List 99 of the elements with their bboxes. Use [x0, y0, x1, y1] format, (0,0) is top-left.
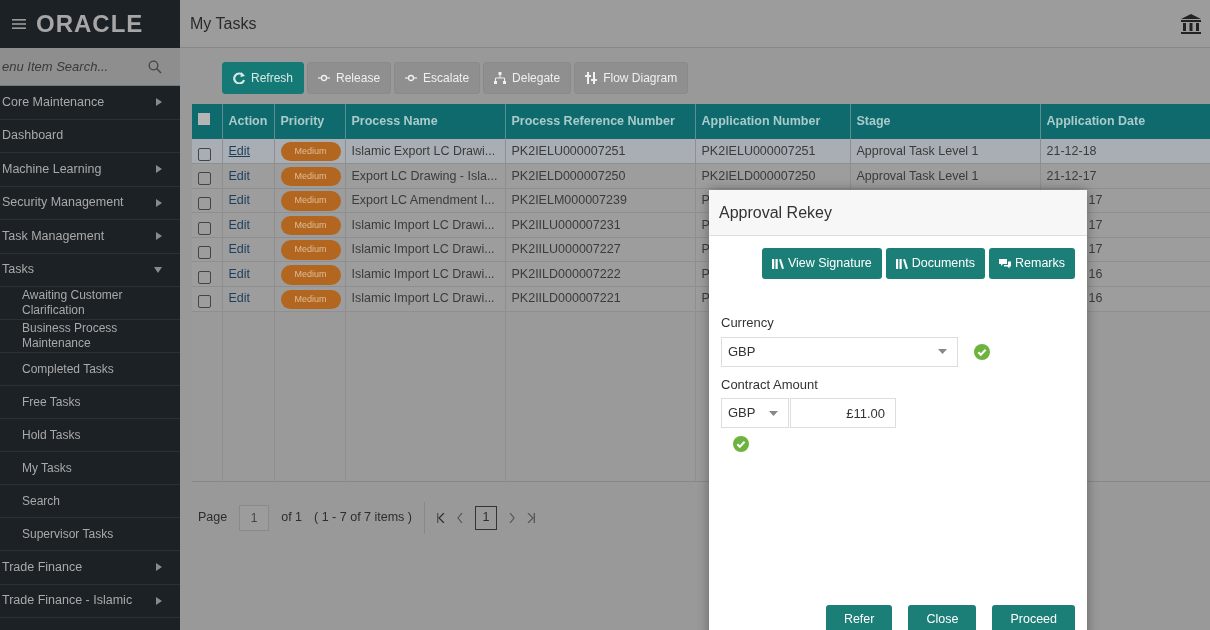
dialog-action-button[interactable]: View Signature: [761, 248, 882, 279]
column-header[interactable]: Stage: [850, 104, 1040, 139]
sidebar-subitem[interactable]: Awaiting Customer Clarification: [0, 287, 180, 320]
sidebar-subitem[interactable]: Hold Tasks: [0, 419, 180, 452]
sidebar-item[interactable]: Trade Finance - Islamic: [0, 584, 180, 618]
sidebar-subitem[interactable]: Search: [0, 485, 180, 518]
table-cell: Islamic Import LC Drawi...: [345, 286, 505, 312]
table-cell: PK2IELU000007251: [505, 139, 695, 164]
sidebar-item[interactable]: Security Management: [0, 186, 180, 220]
commit-icon: [405, 72, 418, 84]
amount-field[interactable]: £11.00: [790, 398, 896, 428]
table-cell: PK2IELD000007250: [505, 163, 695, 189]
table-cell: Islamic Export LC Drawi...: [345, 139, 505, 164]
library-icon: [771, 257, 784, 270]
sidebar-item[interactable]: Machine Learning: [0, 153, 180, 187]
priority-badge: Medium: [280, 191, 341, 211]
currency-dropdown[interactable]: GBP: [721, 398, 789, 428]
table-cell: Islamic Import LC Drawi...: [345, 212, 505, 238]
dialog-footer-button[interactable]: Refer: [825, 605, 893, 630]
sidebar-item[interactable]: Tasks: [0, 253, 180, 287]
bank-icon: [1180, 12, 1202, 35]
last-page-icon: [527, 512, 535, 523]
field-label: Contract Amount: [721, 375, 819, 394]
column-header[interactable]: Action: [222, 104, 274, 139]
caret-down-icon: [938, 349, 947, 354]
table-cell: Islamic Import LC Drawi...: [345, 261, 505, 287]
priority-badge: Medium: [280, 240, 341, 260]
priority-badge: Medium: [280, 289, 341, 310]
row-checkbox[interactable]: [198, 246, 211, 260]
column-header[interactable]: Application Date: [1040, 104, 1210, 139]
logo-text: ORACLE: [36, 9, 144, 39]
table-row[interactable]: Edit Medium Islamic Export LC Drawi... PK2IELU000007251 PK2IELU000007251 Approval Task Level 1 21-12-18: [192, 139, 1210, 164]
page-label: Page: [198, 509, 228, 527]
dialog-action-button[interactable]: Remarks: [989, 248, 1075, 279]
priority-badge: Medium: [280, 215, 341, 236]
sidebar-subitem[interactable]: Free Tasks: [0, 386, 180, 419]
search-input[interactable]: enu Item Search...: [0, 56, 148, 77]
priority-badge: Medium: [280, 141, 341, 162]
sidebar-subitem[interactable]: My Tasks: [0, 452, 180, 485]
sitemap-icon: [494, 72, 507, 84]
caret-down-icon: [769, 410, 778, 416]
table-cell: Approval Task Level 1: [850, 139, 1040, 164]
table-cell: PK2IILU000007231: [505, 212, 695, 238]
table-cell: PK2IELM000007239: [505, 188, 695, 213]
items-summary: ( 1 - 7 of 7 items ): [314, 509, 412, 527]
table-cell: Approval Task Level 1: [850, 163, 1040, 189]
column-header[interactable]: Process Name: [345, 104, 505, 139]
currency-dropdown[interactable]: GBP: [721, 336, 958, 367]
page-title: My Tasks: [190, 13, 257, 34]
column-header[interactable]: Priority: [274, 104, 345, 139]
table-cell: Export LC Amendment I...: [345, 188, 505, 213]
table-cell: Export LC Drawing - Isla...: [345, 163, 505, 189]
column-header[interactable]: Process Reference Number: [505, 104, 695, 139]
column-header[interactable]: Application Number: [695, 104, 850, 139]
row-checkbox[interactable]: [198, 172, 211, 186]
select-all-checkbox[interactable]: [198, 113, 210, 126]
row-checkbox[interactable]: [198, 221, 211, 235]
dialog-footer-button[interactable]: Proceed: [992, 605, 1075, 630]
sidebar-item[interactable]: Core Maintenance: [0, 86, 180, 120]
table-cell: 21-12-18: [1040, 139, 1210, 164]
row-checkbox[interactable]: [198, 197, 211, 211]
first-page-icon: [437, 512, 445, 523]
page-count: of 1: [281, 509, 303, 527]
row-checkbox[interactable]: [198, 147, 211, 161]
table-cell: PK2IILD000007222: [505, 261, 695, 287]
sidebar-subitem[interactable]: Supervisor Tasks: [0, 518, 180, 551]
menu-icon: [12, 18, 26, 30]
table-cell: PK2IELD000007250: [695, 163, 850, 189]
previous-page-icon: [457, 512, 463, 523]
sidebar-item[interactable]: Trade Finance: [0, 551, 180, 585]
toolbar-button[interactable]: Refresh: [222, 62, 305, 94]
field-label: Currency: [721, 314, 775, 332]
table-row[interactable]: Edit Medium Export LC Drawing - Isla... PK2IELD000007250 PK2IELD000007250 Approval Task Level 1 21-12-17: [192, 163, 1210, 189]
current-page-button[interactable]: 1: [475, 505, 497, 530]
search-icon: [148, 59, 162, 74]
dialog-action-button[interactable]: Documents: [885, 248, 985, 279]
library-icon: [895, 257, 908, 270]
table-cell: 21-12-17: [1040, 163, 1210, 189]
refresh-icon: [233, 72, 245, 84]
page-field[interactable]: 1: [239, 504, 270, 531]
commit-icon: [318, 72, 331, 84]
sidebar-item[interactable]: Dashboard: [0, 119, 180, 153]
table-cell: PK2IILD000007221: [505, 286, 695, 312]
sidebar-subitem[interactable]: Business Process Maintenance: [0, 320, 180, 353]
flow-icon: [585, 72, 598, 84]
search-field[interactable]: enu Item Search...: [0, 48, 180, 86]
priority-badge: Medium: [280, 166, 341, 187]
priority-badge: Medium: [280, 265, 341, 285]
table-cell: PK2IILU000007227: [505, 237, 695, 262]
sidebar-item[interactable]: Task Management: [0, 220, 180, 254]
row-checkbox[interactable]: [198, 295, 211, 309]
table-cell: PK2IELU000007251: [695, 139, 850, 164]
table-cell: Islamic Import LC Drawi...: [345, 237, 505, 262]
sidebar-subitem[interactable]: Completed Tasks: [0, 353, 180, 386]
row-checkbox[interactable]: [198, 270, 211, 284]
dialog-title: Approval Rekey: [709, 190, 1087, 236]
dialog-footer-button[interactable]: Close: [908, 605, 977, 630]
next-page-icon: [509, 512, 515, 523]
comments-icon: [999, 257, 1011, 270]
